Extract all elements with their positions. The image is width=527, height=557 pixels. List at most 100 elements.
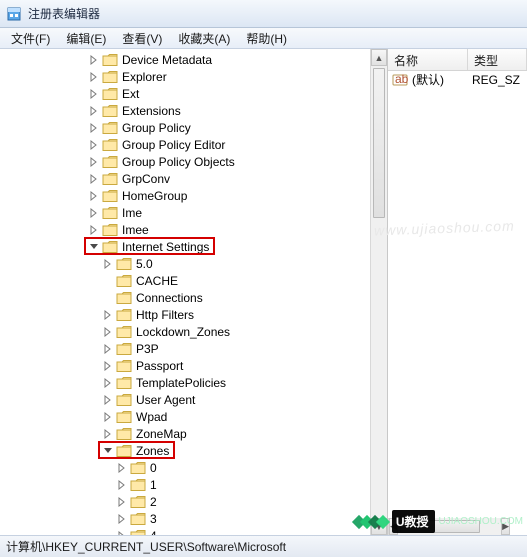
expander-closed-icon[interactable]	[88, 71, 100, 83]
scroll-down-icon[interactable]: ▼	[371, 518, 387, 535]
folder-icon	[116, 291, 132, 305]
scroll-up-icon[interactable]: ▲	[371, 49, 387, 66]
expander-closed-icon[interactable]	[116, 479, 128, 491]
expander-closed-icon[interactable]	[102, 377, 114, 389]
tree-item[interactable]: Device Metadata	[0, 51, 370, 68]
tree-item[interactable]: Wpad	[0, 408, 370, 425]
tree-item[interactable]: P3P	[0, 340, 370, 357]
menu-bar: 文件(F) 编辑(E) 查看(V) 收藏夹(A) 帮助(H)	[0, 28, 527, 49]
tree-item-label: Lockdown_Zones	[136, 325, 230, 339]
expander-closed-icon[interactable]	[102, 326, 114, 338]
tree-item-label: 5.0	[136, 257, 153, 271]
tree-item[interactable]: Passport	[0, 357, 370, 374]
tree-item[interactable]: Group Policy	[0, 119, 370, 136]
folder-icon	[116, 427, 132, 441]
expander-closed-icon[interactable]	[88, 88, 100, 100]
scroll-left-icon[interactable]: ◀	[389, 518, 398, 535]
folder-icon	[102, 172, 118, 186]
scroll-thumb[interactable]	[400, 520, 480, 533]
list-scrollbar-h[interactable]: ◀ ▶	[388, 518, 510, 535]
tree-item[interactable]: Ime	[0, 204, 370, 221]
menu-help[interactable]: 帮助(H)	[239, 28, 294, 49]
status-path: 计算机\HKEY_CURRENT_USER\Software\Microsoft	[6, 538, 286, 555]
expander-closed-icon[interactable]	[88, 173, 100, 185]
expander-open-icon[interactable]	[102, 445, 114, 457]
col-name[interactable]: 名称	[388, 49, 468, 70]
tree-item[interactable]: 2	[0, 493, 370, 510]
tree-item-label: Group Policy	[122, 121, 191, 135]
svg-text:ab: ab	[395, 72, 408, 86]
tree-item[interactable]: Ext	[0, 85, 370, 102]
tree-item[interactable]: 3	[0, 510, 370, 527]
expander-closed-icon[interactable]	[88, 139, 100, 151]
value-name: (默认)	[412, 71, 472, 88]
expander-closed-icon[interactable]	[102, 411, 114, 423]
expander-closed-icon[interactable]	[88, 105, 100, 117]
tree-item-label: Connections	[136, 291, 203, 305]
tree-item-label: Ime	[122, 206, 142, 220]
expander-closed-icon[interactable]	[102, 258, 114, 270]
tree-item[interactable]: User Agent	[0, 391, 370, 408]
expander-closed-icon[interactable]	[102, 394, 114, 406]
menu-file[interactable]: 文件(F)	[4, 28, 57, 49]
folder-icon	[102, 189, 118, 203]
menu-favorites[interactable]: 收藏夹(A)	[171, 28, 237, 49]
scroll-thumb[interactable]	[373, 68, 385, 218]
tree-item[interactable]: 5.0	[0, 255, 370, 272]
expander-closed-icon[interactable]	[88, 54, 100, 66]
folder-icon	[102, 206, 118, 220]
expander-none	[102, 292, 114, 304]
folder-icon	[102, 53, 118, 67]
folder-icon	[130, 512, 146, 526]
tree-item[interactable]: GrpConv	[0, 170, 370, 187]
tree-item[interactable]: Group Policy Editor	[0, 136, 370, 153]
tree-item[interactable]: Internet Settings	[0, 238, 370, 255]
tree-item[interactable]: ZoneMap	[0, 425, 370, 442]
expander-closed-icon[interactable]	[88, 190, 100, 202]
expander-closed-icon[interactable]	[88, 224, 100, 236]
expander-closed-icon[interactable]	[88, 207, 100, 219]
tree-item-label: Zones	[136, 444, 169, 458]
folder-icon	[116, 342, 132, 356]
expander-closed-icon[interactable]	[116, 462, 128, 474]
expander-open-icon[interactable]	[88, 241, 100, 253]
tree-item-label: Extensions	[122, 104, 181, 118]
expander-closed-icon[interactable]	[88, 122, 100, 134]
tree-item[interactable]: HomeGroup	[0, 187, 370, 204]
tree-item[interactable]: 0	[0, 459, 370, 476]
expander-closed-icon[interactable]	[102, 343, 114, 355]
tree-item[interactable]: Connections	[0, 289, 370, 306]
tree-item[interactable]: 4	[0, 527, 370, 535]
tree-item[interactable]: TemplatePolicies	[0, 374, 370, 391]
scroll-right-icon[interactable]: ▶	[501, 518, 510, 535]
folder-icon	[130, 495, 146, 509]
list-row[interactable]: ab (默认) REG_SZ	[388, 71, 527, 88]
tree-item[interactable]: Explorer	[0, 68, 370, 85]
expander-closed-icon[interactable]	[116, 496, 128, 508]
tree-item[interactable]: Lockdown_Zones	[0, 323, 370, 340]
expander-closed-icon[interactable]	[102, 360, 114, 372]
col-type[interactable]: 类型	[468, 49, 527, 70]
tree-scrollbar-v[interactable]: ▲ ▼	[370, 49, 387, 535]
tree-item[interactable]: 1	[0, 476, 370, 493]
expander-closed-icon[interactable]	[102, 309, 114, 321]
tree-item[interactable]: Zones	[0, 442, 370, 459]
status-bar: 计算机\HKEY_CURRENT_USER\Software\Microsoft	[0, 535, 527, 557]
tree-item-label: TemplatePolicies	[136, 376, 226, 390]
tree-item[interactable]: Extensions	[0, 102, 370, 119]
menu-view[interactable]: 查看(V)	[115, 28, 169, 49]
expander-closed-icon[interactable]	[116, 513, 128, 525]
tree-item-label: Internet Settings	[122, 240, 209, 254]
tree-item-label: Imee	[122, 223, 149, 237]
tree-item-label: 2	[150, 495, 157, 509]
tree-item[interactable]: Imee	[0, 221, 370, 238]
tree-item[interactable]: Http Filters	[0, 306, 370, 323]
tree-pane: Device MetadataExplorerExt Extensions Grou…	[0, 49, 388, 535]
tree-item[interactable]: CACHE	[0, 272, 370, 289]
registry-tree[interactable]: Device MetadataExplorerExt Extensions Grou…	[0, 49, 370, 535]
expander-closed-icon[interactable]	[102, 428, 114, 440]
tree-item[interactable]: Group Policy Objects	[0, 153, 370, 170]
expander-closed-icon[interactable]	[88, 156, 100, 168]
tree-item-label: Group Policy Editor	[122, 138, 225, 152]
menu-edit[interactable]: 编辑(E)	[59, 28, 113, 49]
